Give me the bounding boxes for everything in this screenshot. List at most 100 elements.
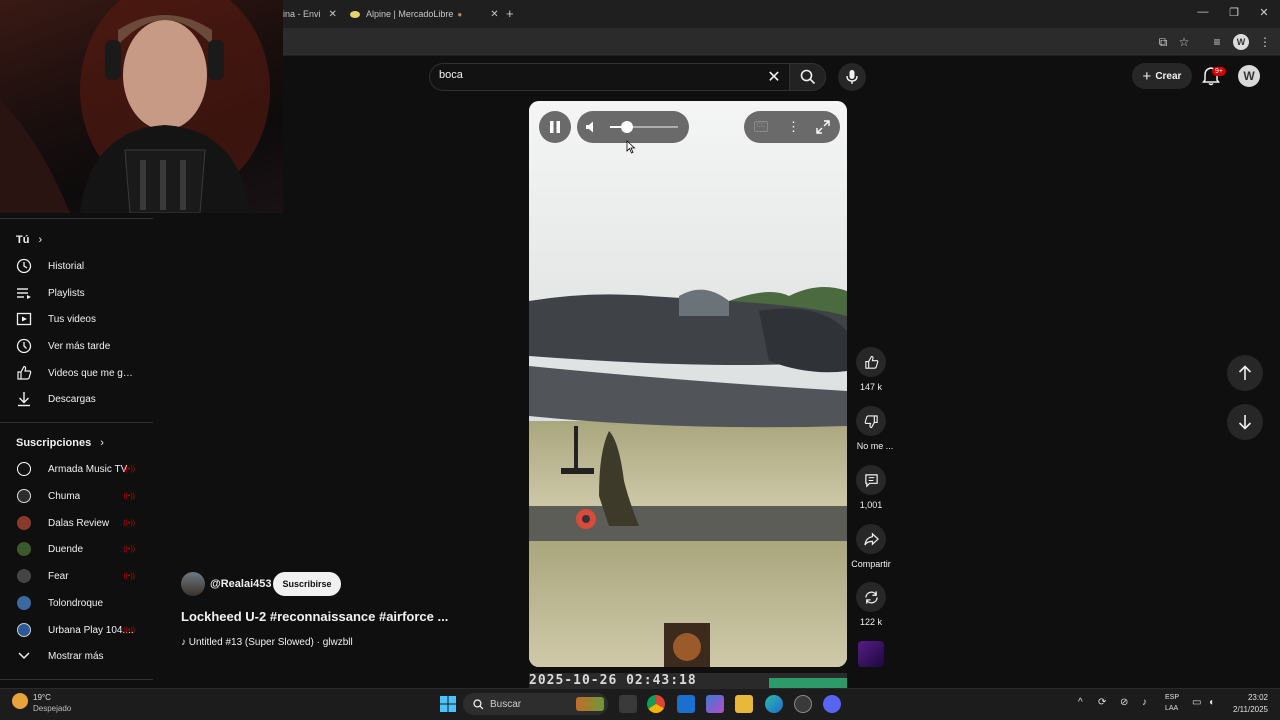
chrome-icon[interactable] [647,695,665,713]
sidebar-sub-urbana[interactable]: Urbana Play 104.... ((•)) [0,617,153,643]
windows-start-icon[interactable] [440,696,456,712]
next-short-preview[interactable]: 2025-10-26 02:43:18 [529,673,847,688]
volume-slider-handle[interactable] [621,121,633,133]
channel-avatar [16,461,32,477]
live-icon: ((•)) [123,519,135,527]
liked-icon [16,365,32,381]
channel-name[interactable]: @Realai453 [210,578,272,590]
comment-icon [864,473,878,488]
voice-search-button[interactable] [838,63,866,91]
channel-avatar[interactable] [181,572,205,596]
search-icon [800,69,815,85]
pause-icon [550,121,560,133]
search-input[interactable] [429,63,789,91]
channel-avatar [16,568,32,584]
tab-close-icon[interactable]: ✕ [329,9,337,20]
weather-icon[interactable] [12,693,28,709]
install-app-icon[interactable]: ⧉ [1155,34,1171,50]
create-button[interactable]: + Crear [1132,63,1192,89]
sidebar-item-tus-videos[interactable]: Tus videos [0,306,153,332]
fullscreen-icon[interactable] [816,120,830,134]
minimize-icon[interactable]: — [1195,6,1211,18]
tab-close-icon[interactable]: ✕ [490,9,498,20]
sidebar-item-liked[interactable]: Videos que me gus... [0,360,153,386]
outlook-icon[interactable] [677,695,695,713]
sidebar-item-ver-mas-tarde[interactable]: Ver más tarde [0,333,153,359]
sidebar-item-label: Historial [48,260,85,272]
subscribe-button[interactable]: Suscribirse [273,572,341,596]
network-icon[interactable]: ⊘ [1120,697,1128,708]
subscriptions-section-title[interactable]: Suscripciones › [16,437,104,449]
dislike-label: No me ... [856,441,894,451]
sidebar-sub-armada[interactable]: Armada Music TV ((•)) [0,456,153,482]
sidebar-sub-dalas[interactable]: Dalas Review ((•)) [0,510,153,536]
share-button[interactable] [856,524,886,554]
close-window-icon[interactable]: ✕ [1256,6,1272,19]
comments-button[interactable] [856,465,886,495]
sidebar-sub-fear[interactable]: Fear ((•)) [0,563,153,589]
sidebar-sub-chuma[interactable]: Chuma ((•)) [0,483,153,509]
language-top[interactable]: ESP [1165,694,1179,701]
thumbs-up-icon [864,355,878,369]
you-section-title[interactable]: Tú › [16,234,42,246]
volume-control[interactable] [577,111,689,143]
live-icon: ((•)) [123,626,135,634]
next-short-button[interactable] [1227,404,1263,440]
new-tab-button[interactable]: + [506,6,514,21]
search-button[interactable] [789,63,826,91]
tab-envio[interactable]: ina - Envi ✕ [283,3,337,25]
sidebar-show-more[interactable]: Mostrar más [0,643,153,669]
restore-icon[interactable]: ❐ [1226,6,1242,19]
volume-tray-icon[interactable]: ◖ [1208,697,1214,708]
search-query: boca [439,69,463,81]
discord-icon[interactable] [823,695,841,713]
history-icon [16,258,32,274]
task-view-icon[interactable] [619,695,637,713]
sidebar-item-playlists[interactable]: Playlists [0,280,153,306]
sidebar-sub-tolondroque[interactable]: Tolondroque [0,590,153,616]
sidebar-sub-duende[interactable]: Duende ((•)) [0,536,153,562]
sidebar-divider [0,422,153,423]
browser-menu-icon[interactable]: ⋮ [1257,34,1273,50]
music-attribution[interactable]: ♪ Untitled #13 (Super Slowed) · glwzbll [181,637,353,648]
pause-button[interactable] [539,111,571,143]
channel-name: Duende [48,543,84,555]
sidebar-item-historial[interactable]: Historial [0,253,153,279]
clear-search-icon[interactable]: ✕ [766,67,782,87]
like-count: 147 k [859,382,883,392]
media-controls-icon[interactable]: ≡ [1209,34,1225,50]
sidebar-item-descargas[interactable]: Descargas [0,386,153,412]
account-avatar[interactable]: W [1238,65,1260,87]
shorts-video-player[interactable]: CC ⋮ [529,101,847,667]
sidebar-item-label: Videos que me gus... [48,367,134,379]
file-explorer-icon[interactable] [735,695,753,713]
copilot-icon[interactable] [706,695,724,713]
like-button[interactable] [856,347,886,377]
show-hidden-icons[interactable]: ^ [1078,697,1083,708]
taskbar-time[interactable]: 23:02 [1222,693,1268,702]
obs-icon[interactable] [794,695,812,713]
video-frame [529,101,847,667]
tab-label: ina - Envi [283,9,321,19]
dislike-button[interactable] [856,406,886,436]
sidebar-item-label: Ver más tarde [48,340,111,352]
taskbar-date[interactable]: 2/11/2025 [1222,705,1268,714]
display-icon[interactable]: ▭ [1192,697,1201,708]
mouse-cursor-icon [626,140,636,154]
captions-icon[interactable]: CC [754,121,768,132]
player-options-group: CC ⋮ [744,111,840,143]
video-title[interactable]: Lockheed U-2 #reconnaissance #airforce .… [181,609,448,624]
sound-thumbnail[interactable] [858,641,884,667]
previous-short-button[interactable] [1227,355,1263,391]
tab-mercadolibre[interactable]: Alpine | MercadoLibre ● ✕ [350,3,499,25]
address-bar[interactable] [283,28,1280,56]
remix-button[interactable] [856,582,886,612]
more-options-icon[interactable]: ⋮ [787,119,800,135]
profile-icon[interactable]: W [1233,34,1249,50]
edge-icon[interactable] [765,695,783,713]
taskbar-search[interactable]: Buscar [463,693,608,715]
language-bottom[interactable]: LAA [1165,705,1178,712]
bookmark-star-icon[interactable]: ☆ [1176,34,1192,50]
microphone-tray-icon[interactable]: ♪ [1142,697,1147,708]
sync-icon[interactable]: ⟳ [1098,697,1106,708]
